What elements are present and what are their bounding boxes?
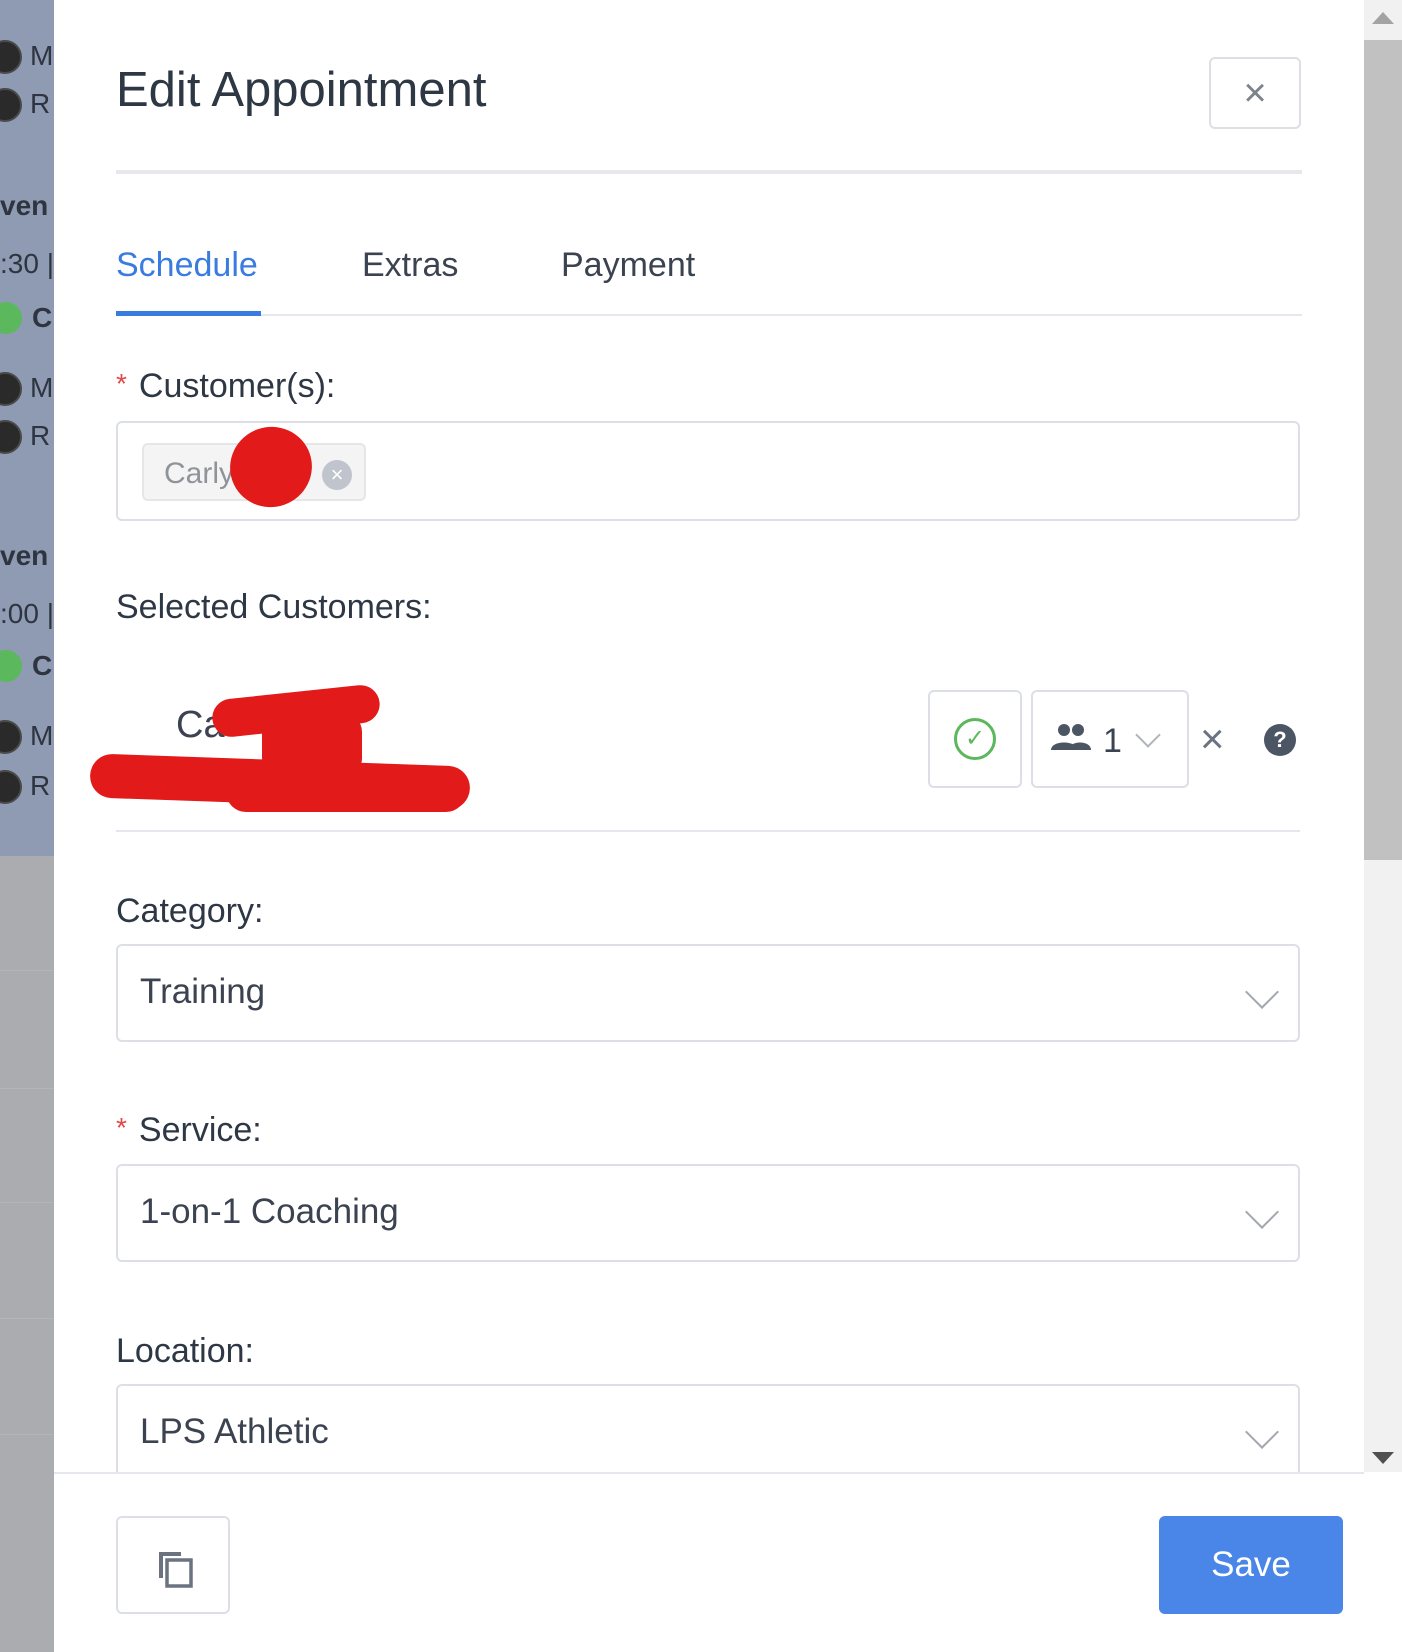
tag-remove-icon[interactable]: ×	[322, 460, 352, 490]
background-row: M	[0, 718, 54, 754]
divider	[0, 1088, 54, 1089]
service-label-text: Service:	[138, 1111, 262, 1149]
save-button[interactable]: Save	[1159, 1516, 1343, 1614]
chevron-down-icon	[1135, 722, 1161, 748]
avatar	[0, 770, 22, 804]
background-row: C	[0, 300, 54, 336]
header-divider	[116, 170, 1302, 174]
divider	[0, 970, 54, 971]
close-icon: ×	[1243, 70, 1267, 115]
persons-count-dropdown[interactable]: 1	[1031, 690, 1189, 788]
background-calendar: M R ven :30 | C M R ven :00 | C M R	[0, 0, 54, 1652]
scroll-down-arrow-icon[interactable]	[1372, 1452, 1394, 1464]
background-row: R	[0, 768, 54, 804]
check-icon	[0, 302, 22, 334]
chevron-down-icon	[1245, 975, 1279, 1009]
category-select[interactable]: Training	[116, 944, 1300, 1042]
required-mark: *	[116, 368, 127, 399]
chevron-down-icon	[1245, 1195, 1279, 1229]
background-text: ven	[0, 190, 49, 221]
background-text: M	[30, 720, 54, 751]
tab-payment[interactable]: Payment	[561, 246, 695, 285]
background-row: M	[0, 370, 54, 406]
avatar	[0, 372, 22, 406]
background-text: C	[32, 650, 53, 681]
tab-extras[interactable]: Extras	[362, 246, 458, 285]
service-label: * Service:	[116, 1111, 262, 1150]
background-row: R	[0, 86, 54, 122]
close-button[interactable]: ×	[1209, 57, 1301, 129]
divider	[0, 1434, 54, 1435]
divider	[0, 1318, 54, 1319]
background-text: R	[30, 88, 51, 119]
check-icon	[0, 650, 22, 682]
background-text: :00 |	[0, 598, 54, 629]
selected-customers-label: Selected Customers:	[116, 588, 432, 626]
required-mark: *	[116, 1112, 127, 1143]
customers-label-text: Customer(s):	[138, 367, 336, 405]
copy-icon	[159, 1552, 193, 1588]
location-select[interactable]: LPS Athletic	[116, 1384, 1300, 1482]
background-text: :30 |	[0, 248, 54, 279]
service-select[interactable]: 1-on-1 Coaching	[116, 1164, 1300, 1262]
tabs-divider	[116, 314, 1302, 316]
customer-tag-text: Carly	[164, 457, 235, 490]
check-circle-icon: ✓	[954, 718, 996, 760]
scrollbar-thumb[interactable]	[1364, 40, 1402, 860]
background-row: M	[0, 38, 54, 74]
dialog-title: Edit Appointment	[116, 63, 487, 117]
avatar	[0, 88, 22, 122]
category-label: Category:	[116, 892, 264, 930]
location-label: Location:	[116, 1332, 254, 1370]
persons-count-value: 1	[1103, 722, 1122, 760]
remove-icon[interactable]: ×	[1200, 718, 1225, 760]
background-text: R	[30, 770, 51, 801]
customers-select[interactable]: Carly ×	[116, 415, 1300, 521]
appointment-status-button[interactable]: ✓	[928, 690, 1022, 788]
background-text: M	[30, 372, 54, 403]
help-icon[interactable]: ?	[1264, 724, 1296, 756]
background-text: C	[32, 302, 53, 333]
avatar	[0, 720, 22, 754]
divider	[0, 1202, 54, 1203]
avatar	[0, 40, 22, 74]
duplicate-button[interactable]	[116, 1516, 230, 1614]
background-row: C	[0, 648, 54, 684]
location-value: LPS Athletic	[140, 1412, 329, 1451]
chevron-down-icon	[1245, 1415, 1279, 1449]
scroll-up-arrow-icon[interactable]	[1372, 12, 1394, 24]
background-text: R	[30, 420, 51, 451]
active-tab-indicator	[116, 311, 261, 316]
service-value: 1-on-1 Coaching	[140, 1192, 399, 1231]
category-value: Training	[140, 972, 266, 1011]
customers-divider	[116, 830, 1300, 832]
customers-label: * Customer(s):	[116, 367, 335, 406]
people-icon	[1051, 724, 1091, 750]
background-text: M	[30, 40, 54, 71]
avatar	[0, 420, 22, 454]
redaction-mark	[218, 415, 324, 519]
background-text: ven	[0, 540, 49, 571]
redaction-mark	[226, 772, 466, 812]
background-row: R	[0, 418, 54, 454]
tab-schedule[interactable]: Schedule	[116, 246, 258, 285]
footer-divider	[54, 1472, 1364, 1474]
